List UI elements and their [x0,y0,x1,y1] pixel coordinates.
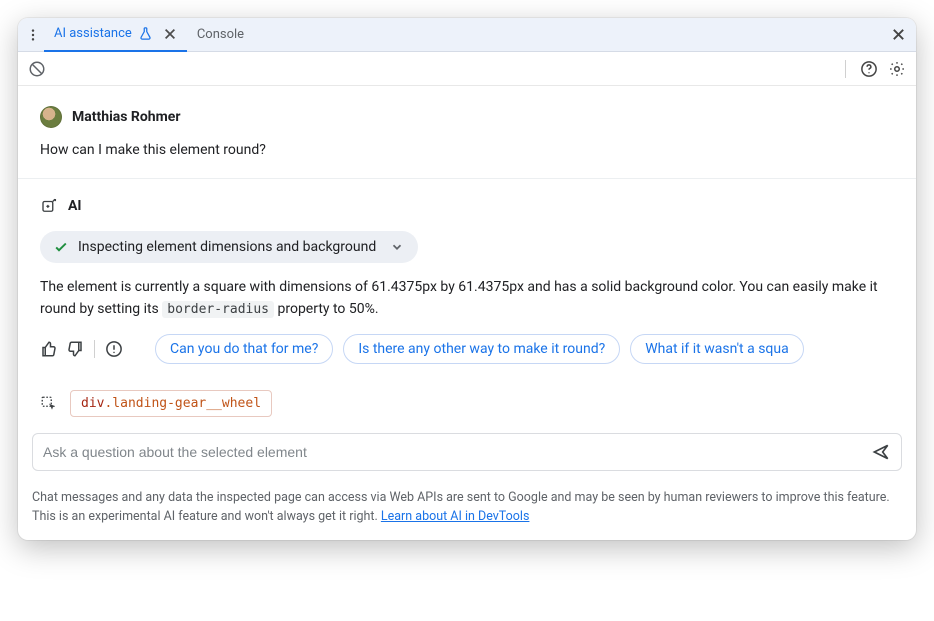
ai-status-text: Inspecting element dimensions and backgr… [78,239,376,255]
toolbar [18,52,916,86]
send-icon[interactable] [871,442,891,462]
element-class: .landing-gear__wheel [104,396,261,411]
selected-element-row: div.landing-gear__wheel [18,374,916,427]
suggestion-chip[interactable]: Is there any other way to make it round? [343,334,620,364]
tab-console[interactable]: Console [187,18,254,52]
tab-label: AI assistance [54,26,132,41]
report-icon[interactable] [105,340,123,358]
suggestion-chip[interactable]: Can you do that for me? [155,334,333,364]
feedback-row: Can you do that for me? Is there any oth… [40,334,894,364]
help-icon[interactable] [860,60,878,78]
more-menu-button[interactable] [22,18,44,52]
divider [845,60,846,78]
close-tab-icon[interactable] [159,27,177,41]
flask-icon [138,26,153,41]
tab-bar: AI assistance Console [18,18,916,52]
gear-icon[interactable] [888,60,906,78]
separator [18,178,916,179]
prompt-input[interactable] [43,444,871,460]
ai-status-chip[interactable]: Inspecting element dimensions and backgr… [40,231,418,263]
chat-area: Matthias Rohmer How can I make this elem… [18,86,916,374]
selected-element-chip[interactable]: div.landing-gear__wheel [70,390,272,417]
ai-reply-text: property to 50%. [274,301,379,317]
input-row [18,427,916,483]
close-panel-button[interactable] [884,18,912,52]
user-message-header: Matthias Rohmer [40,106,894,128]
divider [94,340,95,358]
user-message: How can I make this element round? [40,142,894,158]
ai-message-header: AI [40,197,894,215]
element-tag: div [81,396,104,411]
ai-reply: The element is currently a square with d… [40,277,894,320]
element-picker-icon[interactable] [40,395,58,413]
ai-label: AI [68,198,82,214]
user-name: Matthias Rohmer [72,109,180,125]
code-inline: border-radius [162,301,274,318]
avatar [40,106,62,128]
tab-label: Console [197,27,244,42]
suggestion-chips: Can you do that for me? Is there any oth… [155,334,804,364]
ai-sparkle-icon [40,197,58,215]
devtools-panel: AI assistance Console [18,18,916,540]
suggestion-chip[interactable]: What if it wasn't a squa [630,334,804,364]
thumbs-down-icon[interactable] [66,340,84,358]
disclaimer: Chat messages and any data the inspected… [18,483,916,539]
check-icon [54,240,68,254]
tab-ai-assistance[interactable]: AI assistance [44,18,187,52]
thumbs-up-icon[interactable] [40,340,58,358]
disclaimer-link[interactable]: Learn about AI in DevTools [381,509,530,524]
clear-icon[interactable] [28,60,46,78]
prompt-input-wrapper [32,433,902,471]
chevron-down-icon [386,240,404,254]
